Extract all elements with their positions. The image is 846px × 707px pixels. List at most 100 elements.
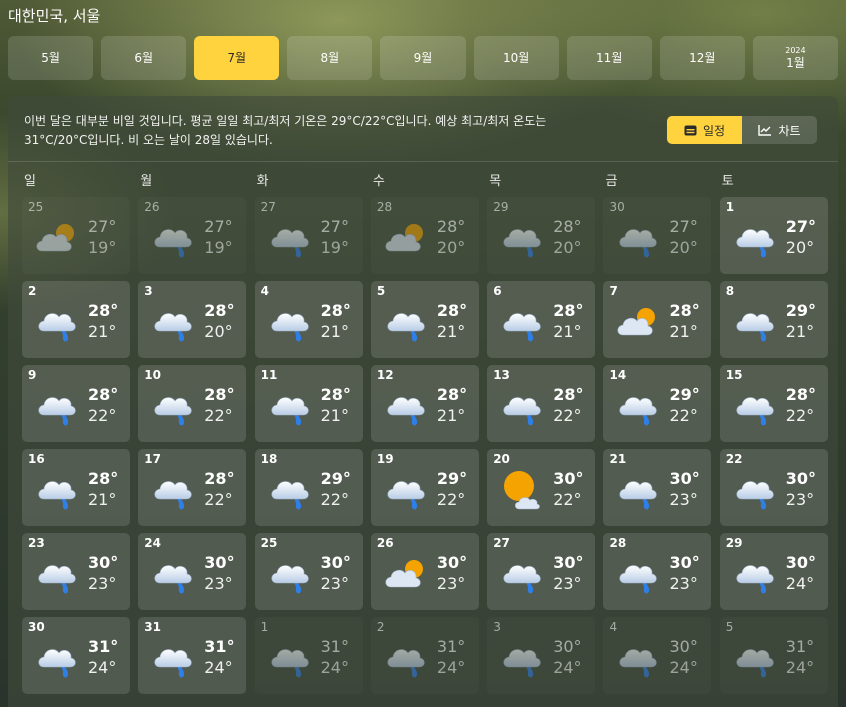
- day-cell[interactable]: 4 28° 21°: [254, 281, 363, 358]
- day-cell[interactable]: 19 29° 22°: [370, 449, 479, 526]
- day-cell[interactable]: 27 30° 23°: [487, 533, 596, 610]
- day-cell[interactable]: 23 30° 23°: [22, 533, 130, 610]
- month-tab-label: 9월: [413, 50, 433, 65]
- day-high-temp: 28°: [785, 385, 817, 404]
- day-cell[interactable]: 2 28° 21°: [22, 281, 130, 358]
- day-cell[interactable]: 26 27° 19°: [138, 197, 246, 274]
- month-tab[interactable]: 7월: [194, 36, 280, 80]
- day-cell[interactable]: 3 28° 20°: [138, 281, 247, 358]
- day-cell[interactable]: 30 31° 24°: [22, 617, 130, 694]
- day-cell[interactable]: 21 30° 23°: [603, 449, 712, 526]
- day-low-temp: 20°: [204, 322, 233, 341]
- day-cell[interactable]: 9 28° 22°: [22, 365, 130, 442]
- day-cell[interactable]: 29 30° 24°: [719, 533, 828, 610]
- day-high-temp: 31°: [88, 637, 119, 656]
- month-tab-label: 6월: [134, 50, 153, 65]
- day-cell[interactable]: 12 28° 21°: [370, 365, 479, 442]
- month-tab[interactable]: 5월: [8, 36, 94, 80]
- day-cell[interactable]: 25 30° 23°: [254, 533, 363, 610]
- day-cell[interactable]: 4 30° 24°: [603, 617, 711, 694]
- rain-icon: [267, 553, 313, 597]
- day-cell[interactable]: 8 29° 21°: [719, 281, 828, 358]
- rain-icon: [615, 637, 661, 681]
- day-cell[interactable]: 27 27° 19°: [255, 197, 363, 274]
- day-high-temp: 28°: [436, 385, 468, 404]
- day-date: 3: [144, 284, 153, 298]
- day-low-temp: 22°: [436, 490, 466, 509]
- rain-icon: [732, 217, 778, 261]
- day-cell[interactable]: 3 30° 24°: [487, 617, 595, 694]
- day-low-temp: 19°: [204, 238, 233, 257]
- day-cell[interactable]: 24 30° 23°: [138, 533, 247, 610]
- day-cell[interactable]: 31 31° 24°: [138, 617, 247, 694]
- month-tab[interactable]: 12월: [659, 36, 745, 80]
- day-cell[interactable]: 15 28° 22°: [719, 365, 828, 442]
- day-high-temp: 30°: [436, 553, 468, 572]
- day-date: 6: [493, 284, 502, 298]
- day-low-temp: 24°: [785, 574, 815, 593]
- day-cell[interactable]: 28 28° 20°: [371, 197, 479, 274]
- day-cell[interactable]: 28 30° 23°: [603, 533, 712, 610]
- rain-icon: [615, 217, 661, 261]
- chart-view-label: 차트: [778, 123, 801, 138]
- day-cell[interactable]: 13 28° 22°: [487, 365, 596, 442]
- day-low-temp: 19°: [320, 238, 349, 257]
- day-low-temp: 21°: [669, 322, 698, 341]
- day-date: 5: [376, 284, 386, 298]
- calendar-view-label: 일정: [702, 123, 726, 138]
- day-high-temp: 28°: [436, 301, 468, 320]
- day-cell[interactable]: 26 30° 23°: [370, 533, 479, 610]
- day-cell[interactable]: 22 30° 23°: [719, 449, 828, 526]
- month-tab[interactable]: 8월: [287, 36, 373, 80]
- day-high-temp: 28°: [204, 469, 235, 488]
- month-tab[interactable]: 9월: [380, 36, 466, 80]
- day-date: 29: [493, 200, 509, 214]
- weekday-label: 토: [721, 174, 734, 189]
- rain-icon: [267, 217, 313, 261]
- calendar-view-button[interactable]: 일정: [667, 116, 742, 144]
- day-high-temp: 28°: [553, 301, 584, 320]
- day-high-temp: 27°: [204, 217, 233, 236]
- day-low-temp: 24°: [436, 658, 466, 677]
- day-cell[interactable]: 10 28° 22°: [138, 365, 247, 442]
- month-tab[interactable]: 10월: [473, 36, 559, 80]
- month-tab[interactable]: 2024 1월: [752, 36, 838, 80]
- day-high-temp: 28°: [320, 385, 351, 404]
- day-cell[interactable]: 1 27° 20°: [719, 197, 828, 274]
- day-high-temp: 27°: [320, 217, 349, 236]
- day-cell[interactable]: 5 31° 24°: [720, 617, 828, 694]
- day-cell[interactable]: 29 28° 20°: [487, 197, 595, 274]
- day-cell[interactable]: 18 29° 22°: [254, 449, 363, 526]
- day-high-temp: 30°: [669, 469, 700, 488]
- day-cell[interactable]: 25 27° 19°: [22, 197, 130, 274]
- rain-icon: [150, 301, 196, 345]
- day-cell[interactable]: 1 31° 24°: [255, 617, 363, 694]
- rain-icon: [150, 217, 196, 261]
- weekday-label: 일: [24, 174, 36, 189]
- month-tab[interactable]: 11월: [566, 36, 652, 80]
- month-tab[interactable]: 6월: [101, 36, 187, 80]
- day-low-temp: 22°: [204, 406, 233, 425]
- rain-icon: [383, 469, 429, 513]
- month-tab-label: 1월: [786, 55, 805, 70]
- day-cell[interactable]: 5 28° 21°: [370, 281, 479, 358]
- day-cell[interactable]: 14 29° 22°: [603, 365, 712, 442]
- day-cell[interactable]: 17 28° 22°: [138, 449, 247, 526]
- day-cell[interactable]: 2 31° 24°: [371, 617, 479, 694]
- day-cell[interactable]: 20 30° 22°: [487, 449, 596, 526]
- day-low-temp: 22°: [785, 406, 815, 425]
- rain-icon: [615, 469, 661, 513]
- chart-view-button[interactable]: 차트: [742, 116, 817, 144]
- month-tab-label: 8월: [320, 50, 340, 65]
- weekday-label: 월: [140, 174, 153, 189]
- rain-icon: [34, 553, 80, 597]
- day-low-temp: 24°: [785, 658, 815, 677]
- day-cell[interactable]: 7 28° 21°: [603, 281, 712, 358]
- day-cell[interactable]: 6 28° 21°: [487, 281, 596, 358]
- day-low-temp: 23°: [88, 574, 117, 593]
- day-cell[interactable]: 30 27° 20°: [603, 197, 711, 274]
- day-cell[interactable]: 11 28° 21°: [254, 365, 363, 442]
- rain-icon: [499, 301, 545, 345]
- day-date: 4: [609, 620, 618, 634]
- day-cell[interactable]: 16 28° 21°: [22, 449, 130, 526]
